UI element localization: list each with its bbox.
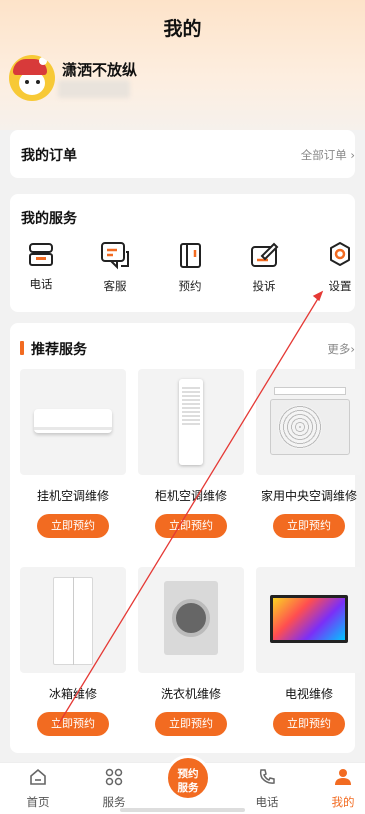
service-complaint[interactable]: 投诉 [234, 240, 294, 294]
chat-icon [101, 242, 129, 270]
wall-ac-image [20, 369, 126, 475]
book-now-button[interactable]: 立即预约 [155, 712, 227, 736]
grid-icon [105, 768, 123, 786]
phone-icon [29, 243, 53, 266]
tab-home[interactable]: 首页 [8, 767, 68, 810]
avatar[interactable] [9, 55, 55, 101]
service-name: 挂机空调维修 [36, 489, 109, 503]
more-link[interactable]: 更多› [327, 341, 355, 357]
service-label: 设置 [328, 279, 352, 293]
service-name: 家用中央空调维修 [260, 489, 357, 503]
recommend-title: 推荐服务 [31, 342, 87, 358]
service-name: 电视维修 [284, 687, 333, 701]
recommended-services-card: 推荐服务 更多› 挂机空调维修 立即预约 柜机空调维修 立即预约 家用中央空调维… [10, 323, 362, 753]
book-now-button[interactable]: 立即预约 [155, 514, 227, 538]
book-now-button[interactable]: 立即预约 [37, 514, 109, 538]
book-service-center-button[interactable]: 预约 服务 [165, 755, 211, 801]
service-phone[interactable]: 电话 [11, 240, 71, 292]
service-item[interactable]: 柜机空调维修 立即预约 [138, 369, 244, 538]
service-settings[interactable]: 设置 [310, 240, 365, 294]
service-item[interactable]: 洗衣机维修 立即预约 [138, 567, 244, 736]
page-title: 我的 [163, 18, 202, 40]
bottom-tab-bar: 首页 服务 预约 服务 电话 我的 [0, 755, 365, 814]
service-item[interactable]: 家用中央空调维修 立即预约 [256, 369, 362, 538]
service-label: 预约 [178, 279, 202, 293]
user-icon [335, 769, 351, 785]
service-label: 客服 [103, 279, 127, 293]
home-icon [30, 768, 46, 785]
all-orders-link[interactable]: 全部订单 › [301, 147, 355, 163]
phone-icon [259, 769, 275, 784]
services-title: 我的服务 [21, 211, 77, 227]
home-indicator [120, 808, 245, 812]
book-now-button[interactable]: 立即预约 [273, 514, 345, 538]
service-item[interactable]: 挂机空调维修 立即预约 [20, 369, 126, 538]
washer-image [138, 567, 244, 673]
center-label-1: 预约 [177, 768, 199, 780]
service-name: 柜机空调维修 [154, 489, 227, 503]
my-services-card: 我的服务 电话 客服 预约 投诉 设置 [10, 194, 355, 312]
tab-label: 电话 [255, 795, 279, 809]
tab-label: 我的 [331, 795, 355, 809]
book-now-button[interactable]: 立即预约 [37, 712, 109, 736]
orders-card[interactable]: 我的订单 全部订单 › [10, 130, 355, 178]
gear-icon [330, 242, 350, 266]
orders-title: 我的订单 [21, 148, 77, 164]
redacted-user-id [58, 80, 130, 98]
service-label: 投诉 [252, 279, 276, 293]
book-now-button[interactable]: 立即预约 [273, 712, 345, 736]
tab-label: 首页 [26, 795, 50, 809]
service-name: 洗衣机维修 [160, 687, 221, 701]
username: 潇洒不放纵 [62, 61, 138, 79]
central-ac-image [256, 369, 362, 475]
center-label-2: 服务 [177, 782, 199, 794]
book-icon [180, 243, 201, 268]
service-item[interactable]: 冰箱维修 立即预约 [20, 567, 126, 736]
tab-mine[interactable]: 我的 [313, 767, 365, 810]
tab-services[interactable]: 服务 [84, 767, 144, 810]
section-accent-bar [20, 341, 24, 355]
service-item[interactable]: 电视维修 立即预约 [256, 567, 362, 736]
fridge-image [20, 567, 126, 673]
service-book[interactable]: 预约 [160, 240, 220, 294]
service-chat[interactable]: 客服 [85, 240, 145, 294]
service-label: 电话 [29, 277, 53, 291]
complaint-icon [251, 242, 279, 267]
tower-ac-image [138, 369, 244, 475]
tv-image [256, 567, 362, 673]
tab-phone[interactable]: 电话 [237, 767, 297, 810]
service-name: 冰箱维修 [48, 687, 97, 701]
